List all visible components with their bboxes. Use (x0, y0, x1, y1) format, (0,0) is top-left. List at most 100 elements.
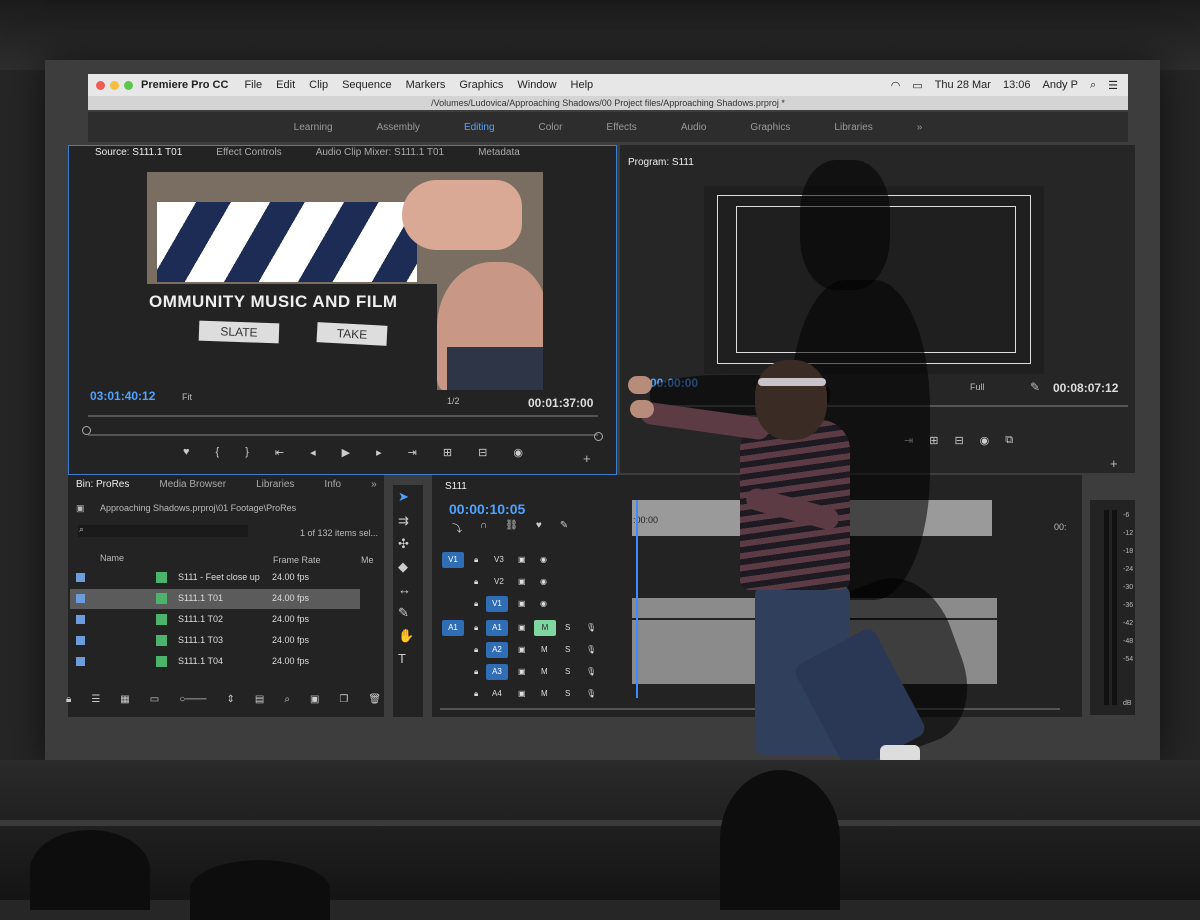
source-patch-a1[interactable]: A1 (442, 620, 464, 636)
eye-icon[interactable]: ◉ (540, 555, 547, 564)
column-more[interactable]: Me (361, 555, 374, 565)
source-scrub-bar[interactable] (88, 415, 598, 417)
workspace-assembly[interactable]: Assembly (377, 122, 420, 133)
source-timecode-in[interactable]: 03:01:40:12 (90, 389, 155, 403)
voiceover-record-icon[interactable]: 🎙︎ (586, 623, 596, 632)
type-tool-icon[interactable]: T (398, 651, 406, 666)
menu-window[interactable]: Window (517, 79, 556, 91)
list-view-icon[interactable]: ☰ (91, 694, 100, 705)
solo-button[interactable]: S (565, 645, 570, 654)
track-lock-icon[interactable]: 🔒︎ (474, 645, 478, 655)
insert-icon[interactable]: ⊞ (443, 446, 452, 459)
source-patch-v1[interactable]: V1 (442, 552, 464, 568)
solo-button[interactable]: S (565, 689, 570, 698)
mute-button[interactable]: M (534, 620, 556, 636)
source-zoom-bar[interactable] (88, 434, 598, 436)
new-item-icon[interactable]: ❐ (339, 694, 348, 705)
razor-tool-icon[interactable]: ◆ (398, 559, 408, 575)
bin-search-input[interactable] (78, 525, 248, 537)
menubar-user[interactable]: Andy P (1042, 79, 1077, 91)
tab-audio-clip-mixer[interactable]: Audio Clip Mixer: S111.1 T01 (316, 147, 444, 158)
program-export-frame-icon[interactable]: ◉ (980, 434, 990, 447)
tab-sequence-s111[interactable]: S111 (445, 481, 467, 492)
tab-program[interactable]: Program: S111 (628, 157, 694, 168)
mute-button[interactable]: M (541, 689, 548, 698)
track-lock-icon[interactable]: 🔒︎ (474, 623, 478, 633)
ripple-edit-tool-icon[interactable]: ✣ (398, 536, 409, 552)
trash-icon[interactable]: 🗑︎ (368, 694, 381, 705)
tab-effect-controls[interactable]: Effect Controls (216, 147, 281, 158)
track-lock-icon[interactable]: 🔒︎ (474, 599, 478, 609)
tab-metadata[interactable]: Metadata (478, 147, 520, 158)
sync-lock-icon[interactable]: ▣ (518, 645, 526, 654)
tab-overflow[interactable]: » (371, 479, 377, 490)
source-zoom-handle-left[interactable] (82, 426, 91, 435)
mark-out-icon[interactable]: } (245, 446, 249, 459)
menu-file[interactable]: File (244, 79, 262, 91)
pen-tool-icon[interactable]: ✎ (398, 605, 409, 621)
close-icon[interactable] (96, 80, 105, 90)
zoom-icon[interactable] (124, 80, 133, 90)
menu-markers[interactable]: Markers (406, 79, 446, 91)
battery-icon[interactable]: ▭ (912, 79, 922, 92)
add-marker-icon[interactable]: ♥ (536, 520, 542, 535)
track-lock-icon[interactable]: 🔒︎ (474, 577, 478, 587)
sync-lock-icon[interactable]: ▣ (518, 689, 526, 698)
mute-button[interactable]: M (541, 645, 548, 654)
export-frame-icon[interactable]: ◉ (513, 446, 523, 459)
column-name[interactable]: Name (100, 553, 124, 563)
wifi-icon[interactable]: ◠ (891, 79, 901, 92)
insert-sequence-nest-icon[interactable]: ⤵ (452, 520, 462, 535)
voiceover-record-icon[interactable]: 🎙︎ (586, 667, 596, 676)
step-back-icon[interactable]: ◂ (310, 446, 316, 459)
menu-help[interactable]: Help (571, 79, 594, 91)
sync-lock-icon[interactable]: ▣ (518, 623, 526, 632)
extract-icon[interactable]: ⊟ (954, 434, 963, 447)
program-resolution-dropdown[interactable]: Full (970, 382, 985, 392)
selection-tool-icon[interactable]: ➤ (398, 489, 409, 505)
bin-item[interactable]: S111.1 T03 24.00 fps (70, 631, 360, 651)
tab-info[interactable]: Info (324, 479, 341, 490)
eye-icon[interactable]: ◉ (540, 577, 547, 586)
menu-edit[interactable]: Edit (276, 79, 295, 91)
track-select-tool-icon[interactable]: ⇉ (398, 513, 409, 529)
column-frame-rate[interactable]: Frame Rate (273, 555, 321, 565)
app-menu[interactable]: Premiere Pro CC (141, 79, 228, 91)
find-icon[interactable]: ⌕ (284, 694, 290, 705)
zoom-slider[interactable]: ○─── (179, 694, 206, 705)
eye-icon[interactable]: ◉ (540, 599, 547, 608)
step-forward-icon[interactable]: ▸ (376, 446, 382, 459)
workspace-graphics[interactable]: Graphics (750, 122, 790, 133)
play-icon[interactable]: ▶ (342, 446, 350, 459)
source-zoom-handle-right[interactable] (594, 432, 603, 441)
sync-lock-icon[interactable]: ▣ (518, 577, 526, 586)
tab-media-browser[interactable]: Media Browser (159, 479, 226, 490)
source-resolution-dropdown[interactable]: 1/2 (447, 396, 460, 406)
minimize-icon[interactable] (110, 80, 119, 90)
linked-selection-icon[interactable]: ⛓ (505, 520, 518, 535)
sort-icon[interactable]: ⇕ (227, 694, 235, 705)
workspace-audio[interactable]: Audio (681, 122, 707, 133)
hand-tool-icon[interactable]: ✋ (398, 628, 414, 644)
timeline-zoom-bar[interactable] (440, 708, 1060, 710)
tab-bin-prores[interactable]: Bin: ProRes (76, 479, 129, 490)
voiceover-record-icon[interactable]: 🎙︎ (586, 645, 596, 654)
solo-button[interactable]: S (565, 667, 570, 676)
track-target-a2[interactable]: A2 (486, 642, 508, 658)
solo-button[interactable]: S (565, 623, 570, 632)
menu-graphics[interactable]: Graphics (459, 79, 503, 91)
timeline-timecode[interactable]: 00:00:10:05 (449, 501, 525, 517)
tab-libraries[interactable]: Libraries (256, 479, 294, 490)
track-target-a3[interactable]: A3 (486, 664, 508, 680)
go-to-in-icon[interactable]: ⇤ (275, 446, 284, 459)
source-fit-dropdown[interactable]: Fit (182, 392, 192, 402)
sync-lock-icon[interactable]: ▣ (518, 599, 526, 608)
sync-lock-icon[interactable]: ▣ (518, 667, 526, 676)
new-bin-icon[interactable]: ▣ (310, 694, 319, 705)
track-target-v1[interactable]: V1 (486, 596, 508, 612)
workspace-effects[interactable]: Effects (606, 122, 636, 133)
go-to-out-icon[interactable]: ⇥ (408, 446, 417, 459)
overwrite-icon[interactable]: ⊟ (478, 446, 487, 459)
tab-source[interactable]: Source: S111.1 T01 (95, 147, 182, 158)
track-lock-icon[interactable]: 🔒︎ (474, 667, 478, 677)
